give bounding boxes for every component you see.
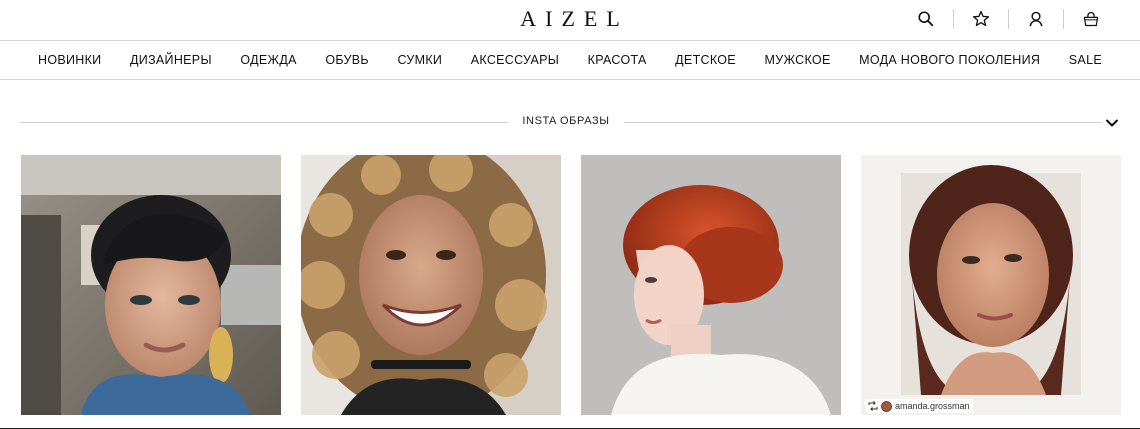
insta-section-header: INSTA ОБРАЗЫ <box>20 112 1120 132</box>
search-button[interactable] <box>899 8 953 30</box>
section-title: INSTA ОБРАЗЫ <box>522 115 610 127</box>
site-header: AIZEL <box>0 0 1140 40</box>
nav-item-accessories[interactable]: АКСЕССУАРЫ <box>471 53 559 67</box>
nav-item-kids[interactable]: ДЕТСКОЕ <box>675 53 736 67</box>
cart-button[interactable] <box>1064 8 1118 30</box>
section-divider-right <box>624 122 1102 123</box>
repost-icon <box>868 401 878 411</box>
chevron-down-icon[interactable] <box>1104 115 1120 131</box>
account-button[interactable] <box>1009 8 1063 30</box>
insta-photo-dark-hair-selfie[interactable] <box>21 155 281 415</box>
nav-item-new-generation[interactable]: МОДА НОВОГО ПОКОЛЕНИЯ <box>859 53 1040 67</box>
photo-credit[interactable]: amanda.grossman <box>865 399 973 413</box>
insta-photo-red-hair-bun[interactable] <box>581 155 841 415</box>
search-icon <box>918 11 934 27</box>
nav-item-new[interactable]: НОВИНКИ <box>38 53 101 67</box>
bag-icon <box>1083 11 1099 27</box>
insta-photo-curly-hair-smile[interactable] <box>301 155 561 415</box>
credit-username: amanda.grossman <box>895 401 970 411</box>
star-icon <box>972 10 990 27</box>
avatar <box>881 400 892 412</box>
user-icon <box>1029 11 1043 27</box>
nav-item-designers[interactable]: ДИЗАЙНЕРЫ <box>130 53 212 67</box>
favorites-button[interactable] <box>954 8 1008 30</box>
section-divider-left <box>20 122 508 123</box>
header-icons <box>899 8 1118 30</box>
insta-photo-grid: amanda.grossman <box>21 155 1121 415</box>
nav-item-sale[interactable]: SALE <box>1069 53 1102 67</box>
nav-item-beauty[interactable]: КРАСОТА <box>588 53 647 67</box>
nav-item-clothing[interactable]: ОДЕЖДА <box>240 53 296 67</box>
nav-item-bags[interactable]: СУМКИ <box>397 53 442 67</box>
nav-item-men[interactable]: МУЖСКОЕ <box>765 53 831 67</box>
main-navigation: НОВИНКИ ДИЗАЙНЕРЫ ОДЕЖДА ОБУВЬ СУМКИ АКС… <box>0 40 1140 80</box>
insta-photo-freckled-portrait[interactable]: amanda.grossman <box>861 155 1121 415</box>
nav-item-shoes[interactable]: ОБУВЬ <box>325 53 369 67</box>
